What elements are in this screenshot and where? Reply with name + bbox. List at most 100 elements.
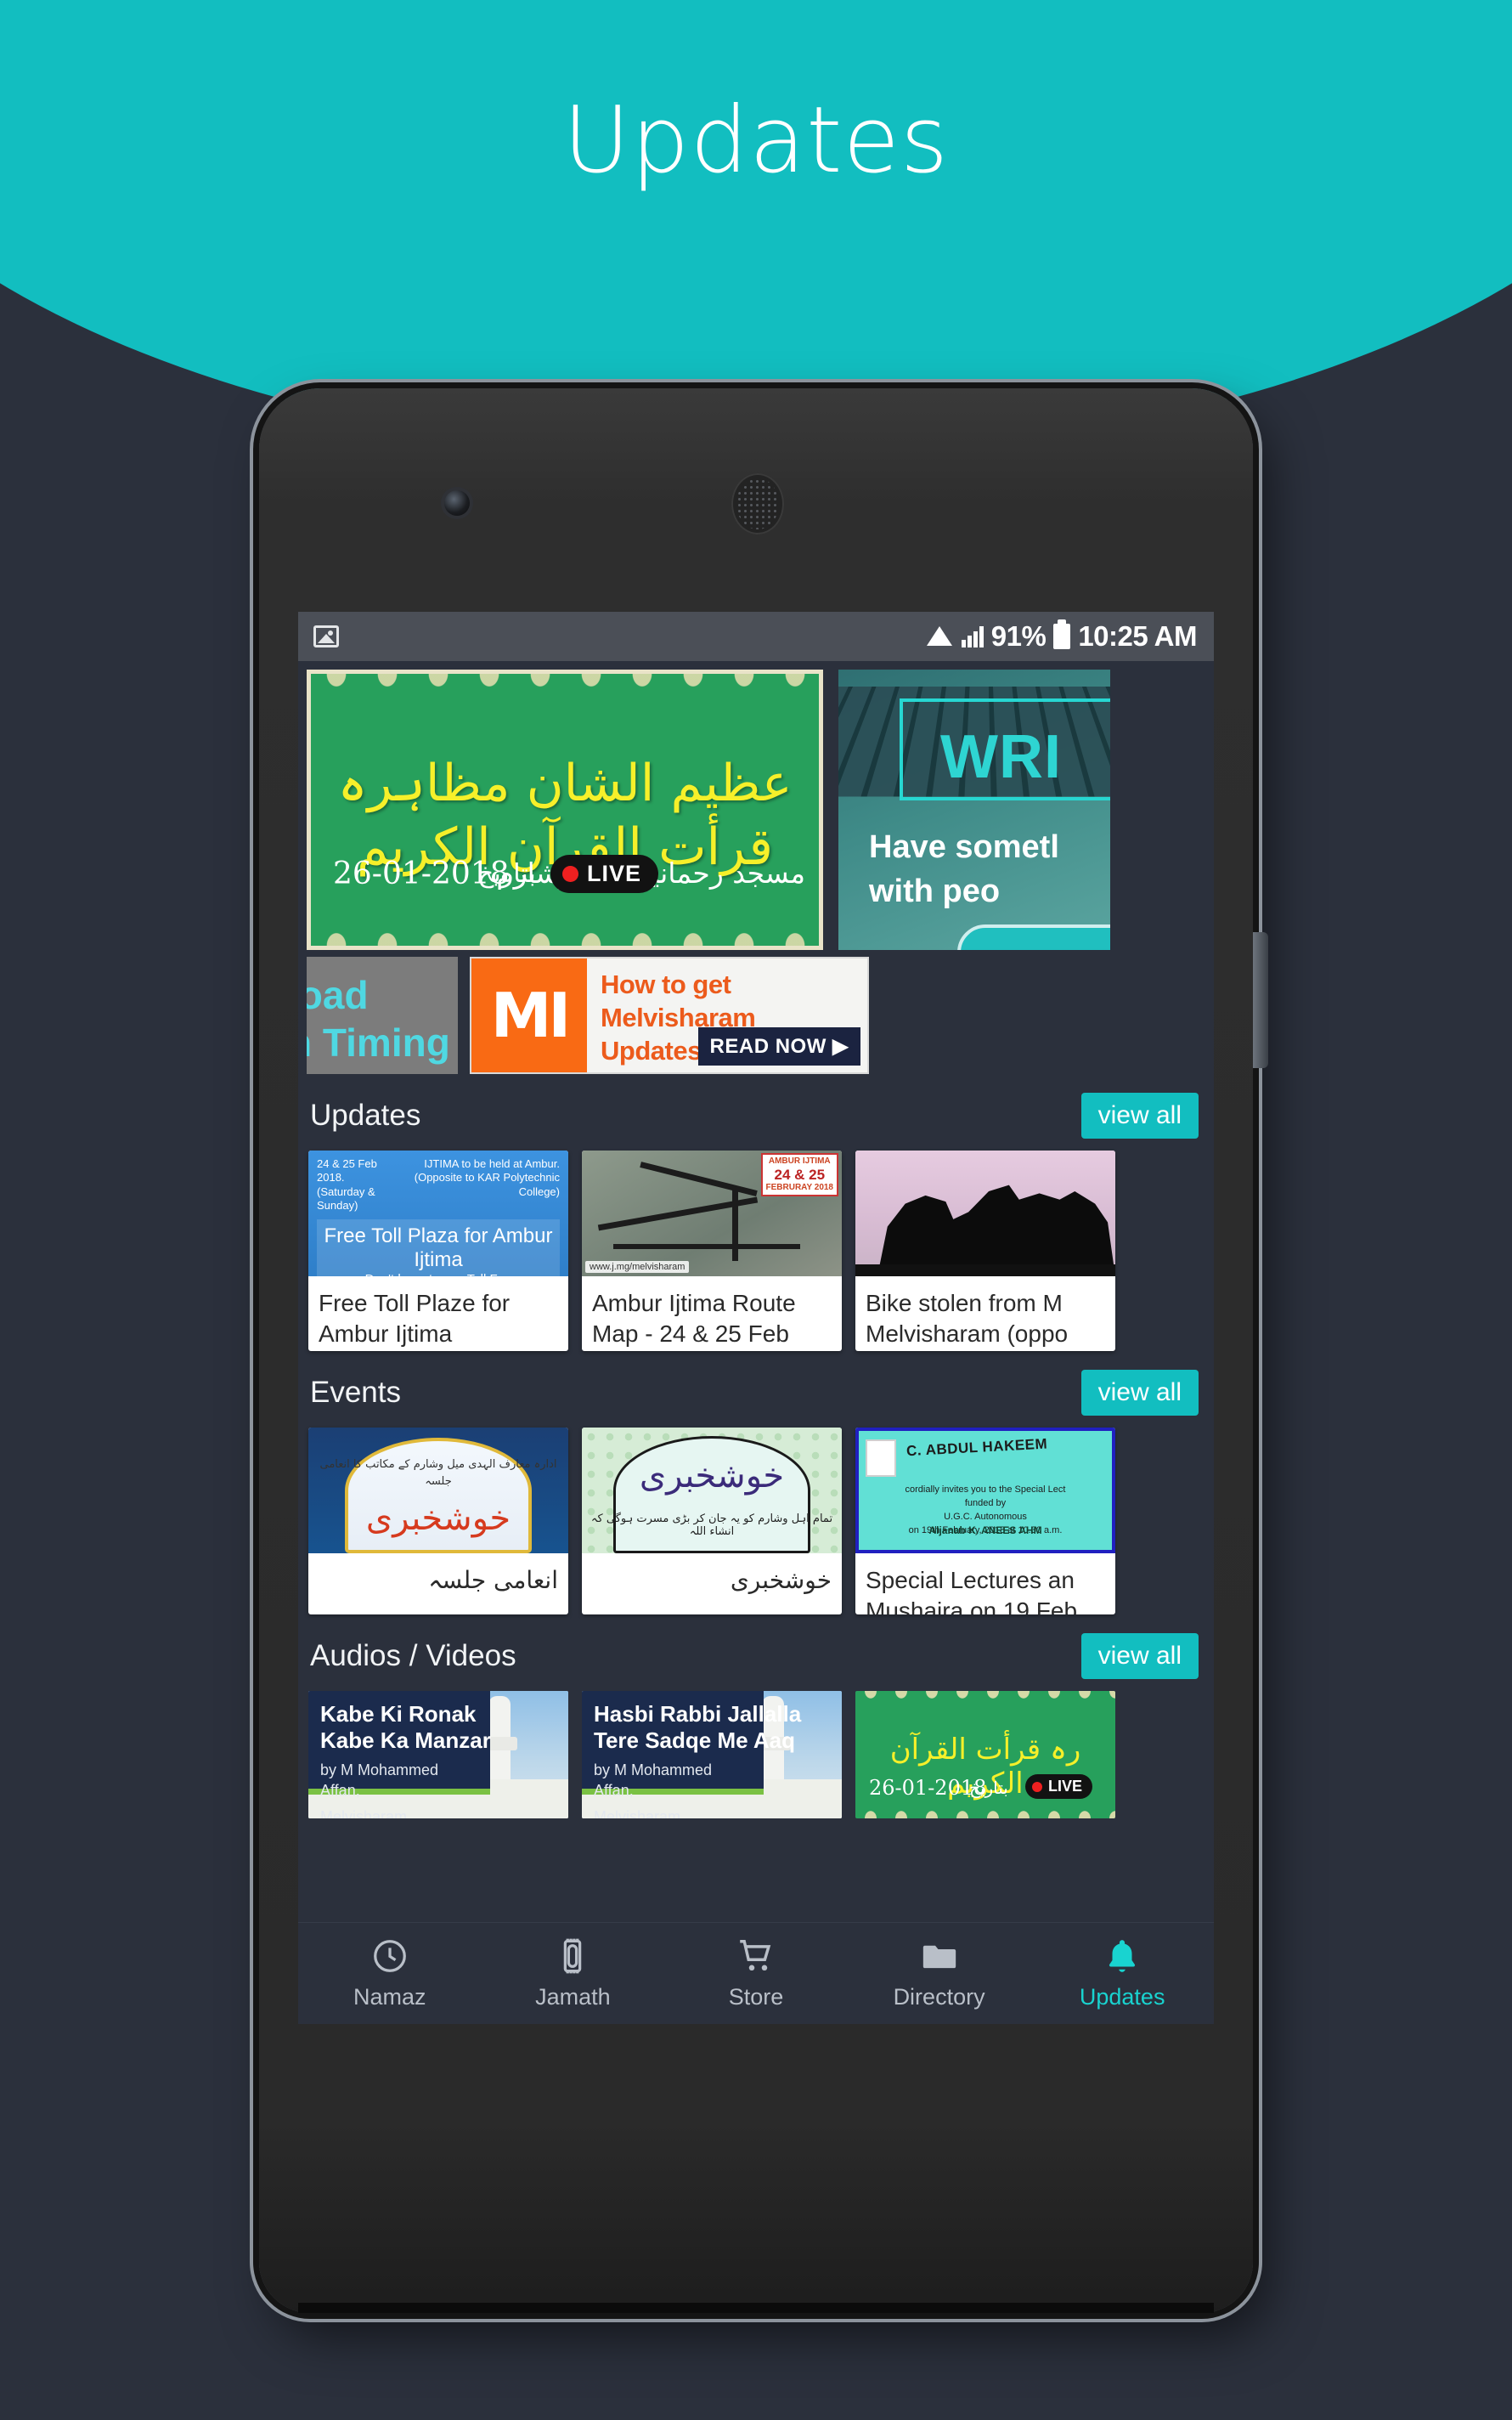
audio-card[interactable]: Hasbi Rabbi Jallalla Tere Sadqe Me Aaq b… [582,1691,842,1818]
ornament-top [311,674,819,735]
section-title-updates: Updates [310,1099,421,1132]
prayer-mat-icon [553,1937,592,1976]
events-card-row[interactable]: ادارہ معارف الہدی میل وشارم کے مکاتب کا … [298,1428,1214,1614]
nav-item-updates[interactable]: Updates [1030,1937,1214,2010]
nav-item-store[interactable]: Store [664,1937,848,2010]
banner-carousel[interactable]: عظیم الشان مظاہرہ قرأت القرآن الکریم مسج… [298,661,1214,950]
wifi-icon [925,625,954,647]
map-watermark: www.j.mg/melvisharam [585,1261,690,1273]
update-card[interactable]: 24 & 25 Feb 2018. (Saturday & Sunday) IJ… [308,1151,568,1351]
banner-quran-live[interactable]: عظیم الشان مظاہرہ قرأت القرآن الکریم مسج… [307,670,823,950]
bottom-navigation-bar: Namaz Jamath Store Directory Updates [298,1922,1214,2024]
update-card[interactable]: AMBUR IJTIMA 24 & 25 FEBRURAY 2018 www.j… [582,1151,842,1351]
live-label: LIVE [1048,1778,1083,1795]
map-date-tag: AMBUR IJTIMA 24 & 25 FEBRURAY 2018 [760,1153,838,1196]
section-header-events: Events view all [298,1351,1214,1428]
page-title: Updates [562,88,950,194]
earpiece-speaker-icon [731,473,784,534]
audio-artist-line1: by M Mohammed Affan, [320,1761,439,1799]
invite-body-line2: funded by [964,1497,1007,1508]
ornament-bottom [311,885,819,946]
audio-card[interactable]: Kabe Ki Ronak Kabe Ka Manzar by M Mohamm… [308,1691,568,1818]
section-title-events: Events [310,1376,401,1409]
live-label: LIVE [587,861,642,886]
bike-thief-silhouette-icon [877,1185,1115,1276]
screen-bottom-edge [298,2303,1214,2313]
event-card[interactable]: C. ABDUL HAKEEM cordially invites you to… [855,1428,1115,1614]
mi-line1: How to get Melvisharam [601,970,756,1032]
bell-icon [1103,1937,1142,1976]
toll-date-line1: 24 & 25 Feb 2018. [317,1157,377,1185]
live-dot-icon [562,866,578,882]
front-camera-icon [444,490,470,516]
invite-signatory: Aljanab K. ANEES AHM [928,1524,1042,1536]
banner-mi-updates[interactable]: MI How to get Melvisharam Updates in MI … [470,957,869,1074]
video-card-quran-live[interactable]: رہ قرأت القرآن الکریم بتاریخ 26-01-2018 … [855,1691,1115,1818]
video-date: 26-01-2018 [869,1776,987,1800]
event2-sub-urdu: تمام اہل وشارم کو یہ جان کر بڑی مسرت ہوگ… [590,1512,833,1538]
toll-subtitle: Don't have to pay Toll Fee [365,1272,512,1276]
view-all-events-button[interactable]: view all [1080,1370,1199,1416]
section-title-audios-videos: Audios / Videos [310,1639,516,1672]
nav-item-jamath[interactable]: Jamath [482,1937,665,2010]
nav-label-store: Store [728,1984,784,2010]
battery-percent: 91% [990,620,1047,652]
update-thumbnail-routemap: AMBUR IJTIMA 24 & 25 FEBRURAY 2018 www.j… [582,1151,842,1276]
phone-mockup: 91% 10:25 AM عظیم الشان مظاہرہ قرأت القر… [259,388,1268,2313]
event-thumbnail-khushkhabri: خوشخبری تمام اہل وشارم کو یہ جان کر بڑی … [582,1428,842,1553]
event-card[interactable]: ادارہ معارف الہدی میل وشارم کے مکاتب کا … [308,1428,568,1614]
live-dot-icon [1032,1781,1042,1792]
banner-write-cta-button[interactable] [957,924,1110,950]
toll-place-line2: (Opposite to KAR Polytechnic College) [414,1171,560,1198]
invite-body-line3: U.G.C. Autonomous [944,1511,1027,1522]
event2-big-urdu: خوشخبری [639,1456,785,1496]
read-now-button[interactable]: READ NOW ▶ [697,1027,860,1066]
audio-title-line2: Kabe Ka Manzar [320,1727,491,1754]
update-thumbnail-bike [855,1151,1115,1276]
toll-place-line1: IJTIMA to be held at Ambur. [424,1157,560,1170]
audio-title-line2: Tere Sadqe Me Aaq [594,1727,795,1754]
invite-college: C. ABDUL HAKEEM [906,1435,1048,1460]
event-thumbnail-inami-jalsa: ادارہ معارف الہدی میل وشارم کے مکاتب کا … [308,1428,568,1553]
signal-icon [961,625,984,647]
event1-top-urdu: ادارہ معارف الہدی میل وشارم کے مکاتب کا … [319,1458,557,1488]
ornament-top [855,1691,1115,1725]
clock-time: 10:25 AM [1078,620,1197,652]
image-icon [313,625,339,647]
status-bar: 91% 10:25 AM [298,612,1214,661]
audio-title-line1: Hasbi Rabbi Jallalla [594,1701,802,1727]
nav-item-namaz[interactable]: Namaz [298,1937,482,2010]
shopping-cart-icon [736,1937,776,1976]
banner-dl-line1: load [307,973,369,1017]
event-card[interactable]: خوشخبری تمام اہل وشارم کو یہ جان کر بڑی … [582,1428,842,1614]
updates-card-row[interactable]: 24 & 25 Feb 2018. (Saturday & Sunday) IJ… [298,1151,1214,1351]
event-card-caption: Special Lectures an Mushaira on 19 Feb 1… [866,1567,1078,1614]
event1-big-urdu: خوشخبری [365,1499,511,1538]
map-tag-title: AMBUR IJTIMA [768,1156,831,1166]
live-badge: LIVE [1025,1774,1093,1799]
update-card[interactable]: Bike stolen from M Melvisharam (oppo qaa… [855,1151,1115,1351]
battery-icon [1053,619,1071,649]
toll-date-line2: (Saturday & Sunday) [317,1185,375,1212]
audios-card-row[interactable]: Kabe Ki Ronak Kabe Ka Manzar by M Mohamm… [298,1691,1214,1818]
update-thumbnail-toll: 24 & 25 Feb 2018. (Saturday & Sunday) IJ… [308,1151,568,1276]
toll-title: Free Toll Plaza for Ambur Ijtima [324,1224,553,1271]
event-card-caption: خوشخبری [730,1566,832,1594]
view-all-updates-button[interactable]: view all [1080,1093,1199,1139]
banner-write[interactable]: WRI Have sometl with peo [838,670,1110,950]
college-crest-icon [866,1439,896,1477]
view-all-audios-button[interactable]: view all [1080,1633,1199,1679]
map-tag-month: FEBRURAY 2018 [765,1183,833,1193]
banner-write-line2: with peo [869,874,1001,909]
banner-write-headline: WRI [940,723,1062,791]
banner-download-timing[interactable]: load n Timing [307,957,458,1074]
section-header-updates: Updates view all [298,1074,1214,1151]
phone-power-button [1253,932,1268,1068]
section-header-audios-videos: Audios / Videos view all [298,1614,1214,1691]
nav-item-directory[interactable]: Directory [848,1937,1031,2010]
app-content: عظیم الشان مظاہرہ قرأت القرآن الکریم مسج… [298,661,1214,2024]
audio-info-panel: Hasbi Rabbi Jallalla Tere Sadqe Me Aaq b… [582,1691,802,1818]
banner-write-line1: Have sometl [869,829,1059,865]
audio-title-line1: Kabe Ki Ronak [320,1701,477,1727]
audio-info-panel: Kabe Ki Ronak Kabe Ka Manzar by M Mohamm… [308,1691,491,1818]
